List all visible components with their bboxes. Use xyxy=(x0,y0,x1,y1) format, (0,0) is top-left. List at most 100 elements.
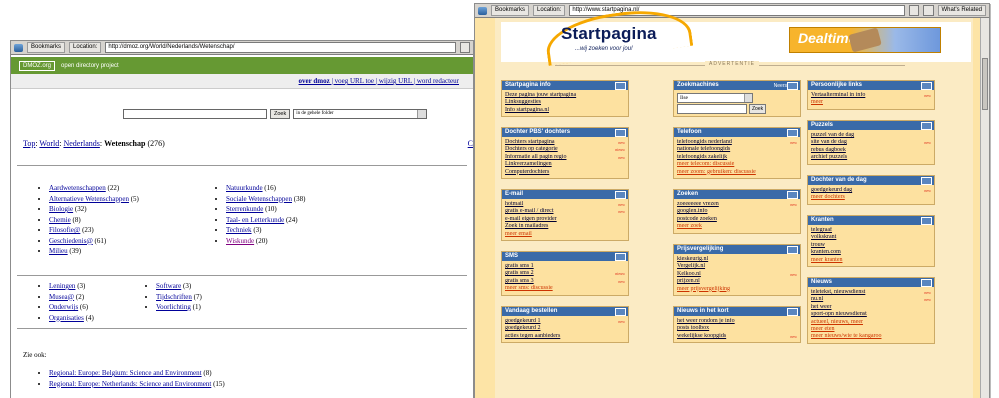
bookmarks-button[interactable]: Bookmarks xyxy=(491,5,530,16)
box-link[interactable]: telefoongids zakelijk xyxy=(677,154,797,161)
category-link[interactable]: Chemie xyxy=(49,216,71,224)
box-toggle-icon[interactable] xyxy=(921,122,932,130)
category-link[interactable]: Techniek xyxy=(226,226,252,234)
box-link[interactable]: telegraaf xyxy=(811,227,931,234)
box-link[interactable]: nationale telefoongids xyxy=(677,146,797,153)
box-toggle-icon[interactable] xyxy=(921,279,932,287)
category-link[interactable]: Geschiedenis@ xyxy=(49,237,93,245)
box-link[interactable]: meer prijsvergelijking xyxy=(677,286,797,293)
box-link[interactable]: Vergelijk.nl xyxy=(677,263,797,270)
category-link[interactable]: Tijdschriften xyxy=(156,293,192,301)
search-input[interactable] xyxy=(677,104,747,114)
whats-related-button[interactable]: What's Related xyxy=(937,5,986,16)
box-toggle-icon[interactable] xyxy=(787,191,798,199)
dmoz-logo[interactable]: DMOZ.org xyxy=(19,60,56,71)
box-toggle-icon[interactable] xyxy=(921,177,932,185)
box-link[interactable]: Linksuggesties xyxy=(505,99,625,106)
url-dropdown-icon[interactable] xyxy=(908,5,919,16)
box-toggle-icon[interactable] xyxy=(615,82,626,90)
box-link[interactable]: meer sms: discussie xyxy=(505,285,625,292)
box-link[interactable]: het weer xyxy=(811,304,931,311)
box-link[interactable]: meer dochters xyxy=(811,194,931,201)
box-link[interactable]: meer eten xyxy=(811,326,931,333)
category-link[interactable]: Filosofie@ xyxy=(49,226,80,234)
box-toggle-icon[interactable] xyxy=(787,129,798,137)
link-box-control[interactable]: Neers xyxy=(774,82,787,91)
category-link[interactable]: Milieu xyxy=(49,247,68,255)
box-toggle-icon[interactable] xyxy=(787,82,798,90)
box-link[interactable]: acties tegen aanbieders xyxy=(505,333,625,340)
top-link[interactable]: over dmoz xyxy=(299,77,332,85)
box-link[interactable]: archief puzzels xyxy=(811,154,931,161)
category-link[interactable]: Software xyxy=(156,282,181,290)
category-link[interactable]: Taal- en Letterkunde xyxy=(226,216,284,224)
top-link[interactable]: | wijzig URL xyxy=(376,77,414,85)
box-link[interactable]: Linkverzamelingen xyxy=(505,161,625,168)
category-link[interactable]: Onderwijs xyxy=(49,303,78,311)
box-link[interactable]: meer email xyxy=(505,231,625,238)
breadcrumb-link[interactable]: World xyxy=(39,139,59,148)
box-link[interactable]: meer telecom: discussie xyxy=(677,161,797,168)
box-link[interactable]: gratis sms 1 xyxy=(505,263,625,270)
category-link[interactable]: Alternatieve Wetenschappen xyxy=(49,195,129,203)
search-engine-select[interactable]: Ilse xyxy=(677,93,753,103)
search-button[interactable]: Zoek xyxy=(270,109,291,119)
box-link[interactable]: postcode zoeken xyxy=(677,216,797,223)
box-link[interactable]: het weer rondom je info xyxy=(677,318,797,325)
box-link[interactable]: actueel, nieuws, meer xyxy=(811,319,931,326)
box-toggle-icon[interactable] xyxy=(787,308,798,316)
top-link[interactable]: | voeg URL toe xyxy=(331,77,375,85)
category-link[interactable]: Musea@ xyxy=(49,293,74,301)
category-link[interactable]: Voorlichting xyxy=(156,303,191,311)
box-link[interactable]: e-mail eigen provider xyxy=(505,216,625,223)
box-link[interactable]: rebus dagboek xyxy=(811,147,931,154)
box-link[interactable]: meer xyxy=(811,99,931,106)
breadcrumb-overflow-link[interactable]: C xyxy=(468,139,473,148)
startpagina-logo[interactable]: Startpagina xyxy=(561,24,657,44)
category-link[interactable]: Sociale Wetenschappen xyxy=(226,195,292,203)
breadcrumb-link[interactable]: Top xyxy=(23,139,35,148)
box-link[interactable]: meer nieuws/wie te kangaroo xyxy=(811,333,931,340)
box-link[interactable]: meer zoom: gebruiken: discussie xyxy=(677,169,797,176)
box-toggle-icon[interactable] xyxy=(615,129,626,137)
box-link[interactable]: trouw xyxy=(811,242,931,249)
search-scope-select[interactable]: in de gehele folder xyxy=(293,109,428,119)
category-link[interactable]: Organisaties xyxy=(49,314,84,322)
box-link[interactable]: puzzel van de dag xyxy=(811,132,931,139)
box-link[interactable]: goedgekeurd 2 xyxy=(505,325,625,332)
box-toggle-icon[interactable] xyxy=(615,191,626,199)
category-link[interactable]: Leningen xyxy=(49,282,75,290)
advertisement-banner[interactable]: Dealtime xyxy=(789,27,941,53)
category-link[interactable]: Regional: Europe: Belgium: Science and E… xyxy=(49,369,202,377)
box-toggle-icon[interactable] xyxy=(787,246,798,254)
category-link[interactable]: Wiskunde xyxy=(226,237,254,245)
box-toggle-icon[interactable] xyxy=(921,82,932,90)
box-link[interactable]: meer zoek xyxy=(677,223,797,230)
box-toggle-icon[interactable] xyxy=(615,308,626,316)
box-toggle-icon[interactable] xyxy=(615,253,626,261)
category-link[interactable]: Regional: Europe: Netherlands: Science a… xyxy=(49,380,211,388)
box-link[interactable]: prijzen.nl xyxy=(677,278,797,285)
category-link[interactable]: Natuurkunde xyxy=(226,184,263,192)
box-link[interactable]: Deze pagina jouw startpagina xyxy=(505,92,625,99)
box-link[interactable]: Computerdochters xyxy=(505,169,625,176)
search-input[interactable] xyxy=(123,109,267,119)
vertical-scrollbar[interactable] xyxy=(980,18,989,398)
box-link[interactable]: kieskeurig.nl xyxy=(677,256,797,263)
category-link[interactable]: Biologie xyxy=(49,205,73,213)
box-link[interactable]: googlen.info xyxy=(677,208,797,215)
breadcrumb-link[interactable]: Nederlands xyxy=(63,139,99,148)
bookmarks-button[interactable]: Bookmarks xyxy=(27,42,66,53)
category-link[interactable]: Sterrenkunde xyxy=(226,205,263,213)
url-field[interactable]: http://dmoz.org/World/Nederlands/Wetensc… xyxy=(105,42,456,53)
related-icon[interactable] xyxy=(922,5,934,16)
box-link[interactable]: sport-opn nieuwsdienst xyxy=(811,311,931,318)
box-link[interactable]: Info startpagina.nl xyxy=(505,107,625,114)
scrollbar-thumb[interactable] xyxy=(982,58,988,110)
box-link[interactable]: kranten.com xyxy=(811,249,931,256)
box-toggle-icon[interactable] xyxy=(921,217,932,225)
category-link[interactable]: Aardwetenschappen xyxy=(49,184,106,192)
search-button[interactable]: Zoek xyxy=(749,104,767,114)
top-link[interactable]: | word redacteur xyxy=(414,77,459,85)
box-link[interactable]: posts toolbox xyxy=(677,325,797,332)
